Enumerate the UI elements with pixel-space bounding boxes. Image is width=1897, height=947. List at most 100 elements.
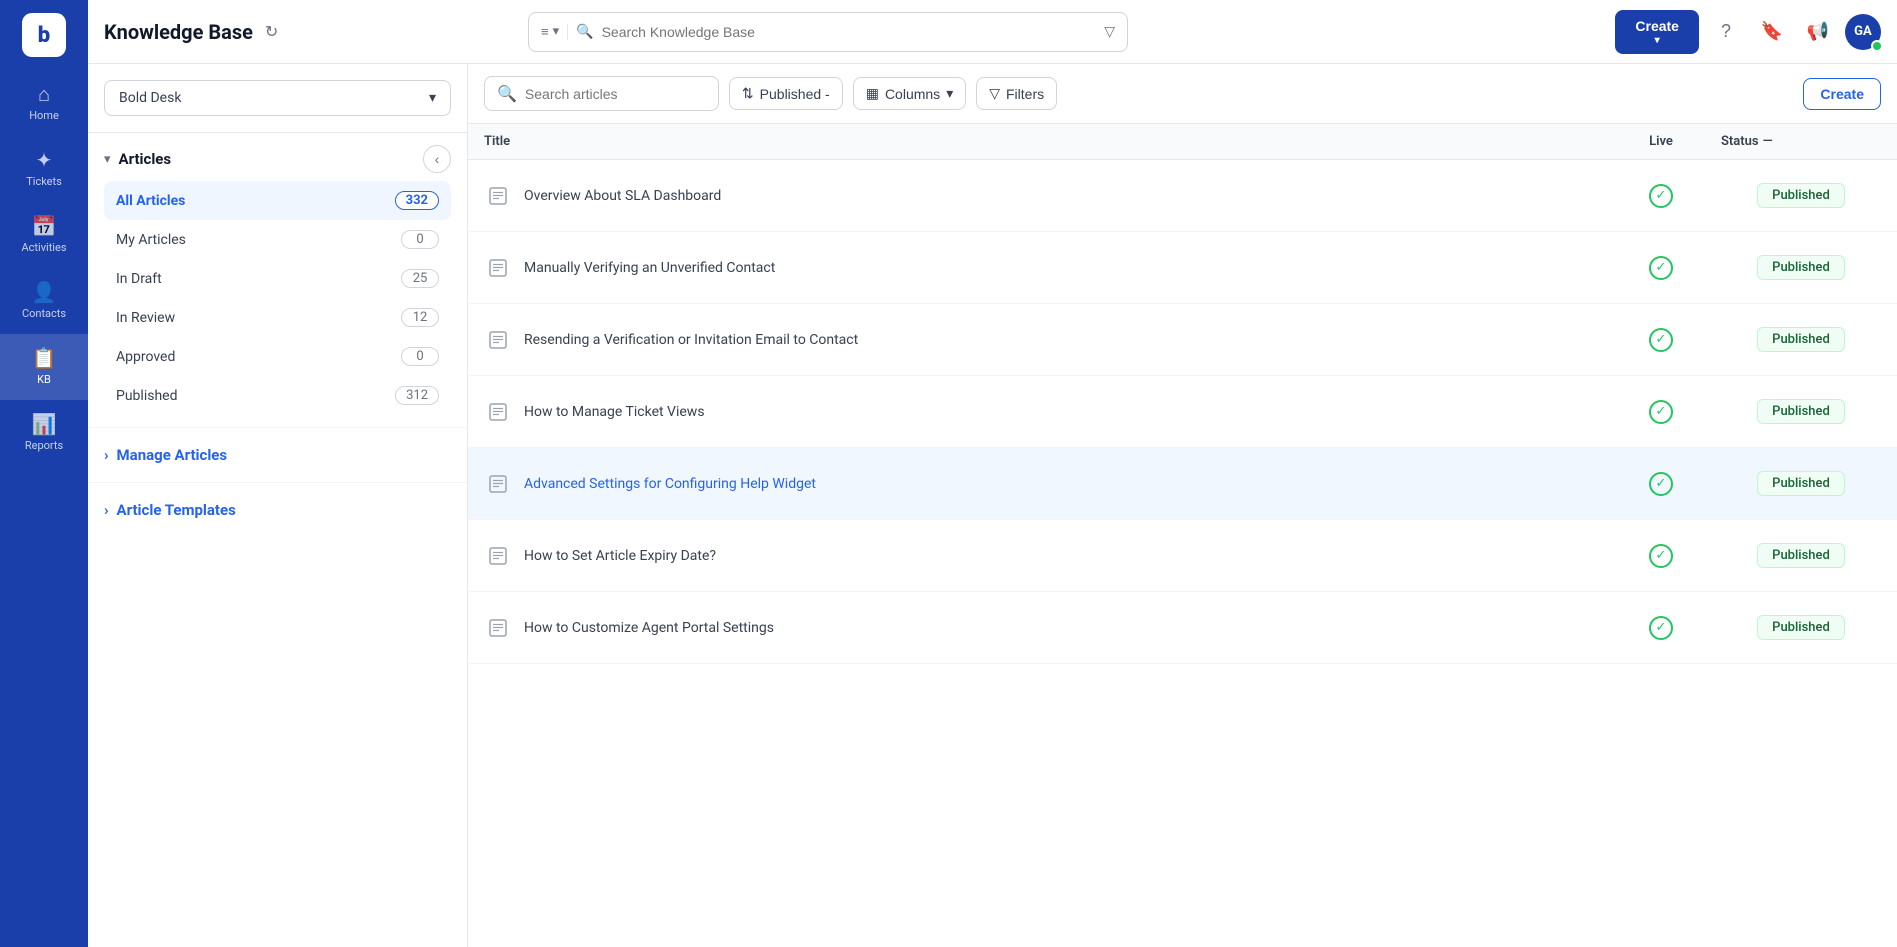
row-title-cell: How to Set Article Expiry Date?: [484, 542, 1601, 570]
sidebar-item-label-activities: Activities: [22, 241, 67, 254]
live-check-icon: ✓: [1649, 544, 1673, 568]
chevron-down-icon: ▾: [553, 24, 560, 39]
notification-button[interactable]: 📢: [1799, 13, 1837, 51]
manage-articles-section: › Manage Articles: [88, 427, 467, 482]
table-row[interactable]: Manually Verifying an Unverified Contact…: [468, 232, 1897, 304]
main-content: Knowledge Base ↻ ≡ ▾ 🔍 ▽ Create ▾ ? 🔖 �: [88, 0, 1897, 947]
row-live-cell: ✓: [1601, 184, 1721, 208]
col-title-header: Title: [484, 134, 1601, 149]
published-filter-button[interactable]: ⇅ Published -: [729, 77, 843, 110]
article-filter-item[interactable]: In Review12: [104, 298, 451, 337]
table-row[interactable]: Overview About SLA Dashboard ✓ Published: [468, 160, 1897, 232]
avatar[interactable]: GA: [1845, 14, 1881, 50]
bookmark-button[interactable]: 🔖: [1753, 13, 1791, 51]
row-title-cell: Overview About SLA Dashboard: [484, 182, 1601, 210]
row-live-cell: ✓: [1601, 400, 1721, 424]
home-icon: ⌂: [38, 84, 50, 104]
search-articles-box: 🔍: [484, 76, 719, 111]
sidebar-item-label-kb: KB: [37, 373, 51, 386]
row-title-cell: Advanced Settings for Configuring Help W…: [484, 470, 1601, 498]
published-filter-label: Published -: [760, 86, 830, 102]
article-type-icon: [484, 182, 512, 210]
row-live-cell: ✓: [1601, 472, 1721, 496]
articles-section-title-row[interactable]: ▾ Articles: [104, 150, 171, 168]
portal-select-value: Bold Desk: [119, 90, 181, 106]
row-status-cell: Published: [1721, 615, 1881, 640]
columns-label: Columns: [885, 86, 940, 102]
article-filter-label: In Draft: [116, 271, 162, 287]
live-check-icon: ✓: [1649, 472, 1673, 496]
sidebar-item-reports[interactable]: 📊Reports: [0, 400, 88, 466]
sidebar-item-activities[interactable]: 📅Activities: [0, 202, 88, 268]
article-templates-button[interactable]: › Article Templates: [104, 495, 451, 525]
row-title-cell: How to Manage Ticket Views: [484, 398, 1601, 426]
row-status-cell: Published: [1721, 471, 1881, 496]
article-type-icon: [484, 614, 512, 642]
topbar-right-actions: Create ▾ ? 🔖 📢 GA: [1615, 10, 1881, 54]
portal-select-button[interactable]: Bold Desk ▾: [104, 80, 451, 116]
notification-icon: 📢: [1807, 21, 1829, 42]
article-filter-item[interactable]: In Draft25: [104, 259, 451, 298]
status-col-chevron-icon: —: [1763, 134, 1773, 149]
manage-articles-button[interactable]: › Manage Articles: [104, 440, 451, 470]
row-live-cell: ✓: [1601, 256, 1721, 280]
refresh-button[interactable]: ↻: [265, 22, 278, 42]
table-row[interactable]: How to Set Article Expiry Date?✓Publishe…: [468, 520, 1897, 592]
table-rows-container: Overview About SLA Dashboard✓PublishedMa…: [468, 160, 1897, 664]
sidebar-item-kb[interactable]: 📋KB: [0, 334, 88, 400]
help-button[interactable]: ?: [1707, 13, 1745, 51]
live-check-icon: ✓: [1649, 328, 1673, 352]
create-button[interactable]: Create ▾: [1615, 10, 1699, 54]
article-filter-count: 332: [395, 191, 439, 210]
article-filter-item[interactable]: All Articles332: [104, 181, 451, 220]
row-title-text: How to Manage Ticket Views: [524, 404, 705, 420]
status-badge: Published: [1757, 399, 1845, 424]
row-status-cell: Published: [1721, 183, 1881, 208]
filter-icon[interactable]: ▽: [1104, 24, 1115, 40]
table-row[interactable]: Advanced Settings for Configuring Help W…: [468, 448, 1897, 520]
article-templates-label: Article Templates: [117, 501, 236, 519]
filters-icon: ▽: [989, 85, 1000, 102]
row-title-cell: Manually Verifying an Unverified Contact: [484, 254, 1601, 282]
article-filter-label: In Review: [116, 310, 175, 326]
article-type-icon: [484, 254, 512, 282]
app-logo[interactable]: b: [22, 13, 66, 57]
row-status-cell: Published: [1721, 399, 1881, 424]
search-icon: 🔍: [576, 24, 593, 40]
article-templates-section: › Article Templates: [88, 482, 467, 537]
live-check-icon: ✓: [1649, 184, 1673, 208]
topbar-search-input[interactable]: [602, 24, 1097, 40]
search-articles-input[interactable]: [525, 86, 706, 102]
manage-articles-label: Manage Articles: [117, 446, 228, 464]
articles-table: Title Live Status — Overview About SLA D…: [468, 124, 1897, 947]
contacts-icon: 👤: [32, 282, 57, 302]
sidebar-nav: ⌂Home✦Tickets📅Activities👤Contacts📋KB📊Rep…: [0, 70, 88, 947]
table-header: Title Live Status —: [468, 124, 1897, 160]
collapse-panel-button[interactable]: ‹: [423, 145, 451, 173]
row-title-text: Advanced Settings for Configuring Help W…: [524, 476, 816, 492]
columns-button[interactable]: ▦ Columns ▾: [853, 77, 967, 110]
article-filter-item[interactable]: Approved0: [104, 337, 451, 376]
article-filter-item[interactable]: My Articles0: [104, 220, 451, 259]
live-check-icon: ✓: [1649, 616, 1673, 640]
row-title-text: How to Customize Agent Portal Settings: [524, 620, 774, 636]
collapse-icon: ‹: [435, 151, 440, 167]
row-status-cell: Published: [1721, 255, 1881, 280]
sidebar-item-contacts[interactable]: 👤Contacts: [0, 268, 88, 334]
sidebar-item-home[interactable]: ⌂Home: [0, 70, 88, 136]
topbar: Knowledge Base ↻ ≡ ▾ 🔍 ▽ Create ▾ ? 🔖 �: [88, 0, 1897, 64]
search-type-selector[interactable]: ≡ ▾: [541, 24, 568, 40]
live-check-icon: ✓: [1649, 256, 1673, 280]
articles-create-button[interactable]: Create: [1803, 78, 1881, 110]
right-panel: 🔍 ⇅ Published - ▦ Columns ▾ ▽ Filters: [468, 64, 1897, 947]
columns-chevron-icon: ▾: [946, 85, 953, 102]
article-filter-label: Published: [116, 388, 177, 404]
table-row[interactable]: How to Customize Agent Portal Settings ✓ P…: [468, 592, 1897, 664]
article-filter-item[interactable]: Published312: [104, 376, 451, 415]
article-filter-label: Approved: [116, 349, 175, 365]
sidebar-item-tickets[interactable]: ✦Tickets: [0, 136, 88, 202]
bookmark-icon: 🔖: [1761, 21, 1783, 42]
table-row[interactable]: How to Manage Ticket Views ✓ Published: [468, 376, 1897, 448]
filters-button[interactable]: ▽ Filters: [976, 77, 1057, 110]
table-row[interactable]: Resending a Verification or Invitation E…: [468, 304, 1897, 376]
